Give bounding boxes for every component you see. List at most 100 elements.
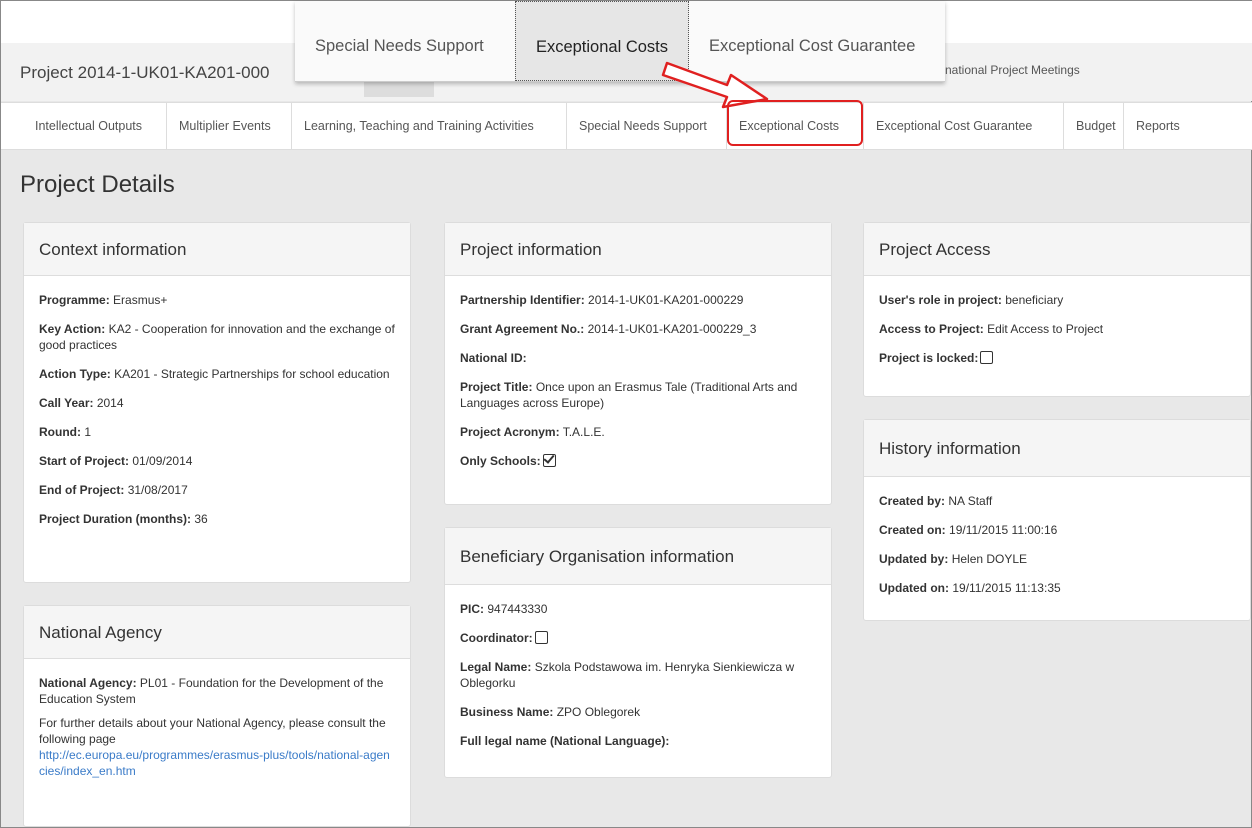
locked-row: Project is locked:: [879, 350, 1235, 366]
field-value: ZPO Oblegorek: [556, 705, 641, 719]
field-label: Project Acronym:: [460, 425, 560, 439]
tab-multiplier-events[interactable]: Multiplier Events: [167, 103, 292, 149]
field-label: PIC:: [460, 602, 484, 616]
field-label: Created on:: [879, 523, 946, 537]
panel-heading: Context information: [24, 223, 410, 276]
field-label: Business Name:: [460, 705, 554, 719]
panel-heading: History information: [864, 420, 1250, 477]
project-info-row: Grant Agreement No.: 2014-1-UK01-KA201-0…: [460, 321, 816, 337]
only-schools-checkbox[interactable]: [542, 454, 556, 467]
field-label: Grant Agreement No.:: [460, 322, 585, 336]
field-label: Action Type:: [39, 367, 111, 381]
callout-tab-special-needs-support[interactable]: Special Needs Support: [315, 1, 484, 79]
field-label: Key Action:: [39, 322, 106, 336]
field-label: Project Duration (months):: [39, 512, 191, 526]
field-value: 01/09/2014: [132, 454, 193, 468]
context-row: Action Type: KA201 - Strategic Partnersh…: [39, 366, 395, 382]
zoomed-tab-callout: Special Needs Support Exceptional Costs …: [295, 1, 945, 82]
page-title: Project Details: [20, 171, 175, 198]
field-label: End of Project:: [39, 483, 125, 497]
field-value: 2014: [96, 396, 124, 410]
project-access-panel: Project Access User's role in project: b…: [863, 222, 1251, 397]
context-row: Programme: Erasmus+: [39, 292, 395, 308]
field-value: 31/08/2017: [127, 483, 188, 497]
panel-heading: National Agency: [24, 606, 410, 659]
national-agency-link[interactable]: http://ec.europa.eu/programmes/erasmus-p…: [39, 747, 395, 779]
tab-budget[interactable]: Budget: [1064, 103, 1124, 149]
full-legal-name-row: Full legal name (National Language):: [460, 733, 816, 749]
field-label: Round:: [39, 425, 81, 439]
field-value: NA Staff: [948, 494, 993, 508]
panel-heading: Project Access: [864, 223, 1250, 276]
context-row: Round: 1: [39, 424, 395, 440]
context-information-panel: Context information Programme: Erasmus+ …: [23, 222, 411, 583]
project-nav-tabs: Intellectual Outputs Multiplier Events L…: [1, 102, 1252, 150]
field-label: Access to Project:: [879, 322, 984, 336]
header-tab-partial: national Project Meetings: [945, 63, 1080, 77]
context-row: Start of Project: 01/09/2014: [39, 453, 395, 469]
field-label: National Agency:: [39, 676, 137, 690]
project-locked-checkbox[interactable]: [980, 351, 994, 364]
national-agency-body: National Agency: PL01 - Foundation for t…: [24, 659, 410, 789]
field-value: Helen DOYLE: [951, 552, 1028, 566]
context-row: Key Action: KA2 - Cooperation for innova…: [39, 321, 395, 353]
field-value: 36: [194, 512, 208, 526]
history-body: Created by: NA Staff Created on: 19/11/2…: [864, 477, 1250, 619]
field-label: Full legal name (National Language):: [460, 734, 670, 748]
history-information-panel: History information Created by: NA Staff…: [863, 419, 1251, 621]
field-label: Coordinator:: [460, 631, 533, 645]
field-value: 19/11/2015 11:00:16: [949, 523, 1058, 537]
field-value: KA201 - Strategic Partnerships for schoo…: [114, 367, 390, 381]
field-label: National ID:: [460, 351, 527, 365]
history-row: Updated by: Helen DOYLE: [879, 551, 1235, 567]
field-value: 19/11/2015 11:13:35: [952, 581, 1061, 595]
context-body: Programme: Erasmus+ Key Action: KA2 - Co…: [24, 276, 410, 550]
coordinator-checkbox[interactable]: [534, 631, 548, 644]
field-value: Edit Access to Project: [987, 322, 1104, 336]
context-row: End of Project: 31/08/2017: [39, 482, 395, 498]
field-label: Call Year:: [39, 396, 94, 410]
pic-row: PIC: 947443330: [460, 601, 816, 617]
project-info-row: Project Title: Once upon an Erasmus Tale…: [460, 379, 816, 411]
field-value: 2014-1-UK01-KA201-000229: [588, 293, 744, 307]
field-label: Project is locked:: [879, 351, 979, 365]
only-schools-row: Only Schools:: [460, 453, 816, 469]
access-row: Access to Project: Edit Access to Projec…: [879, 321, 1235, 337]
field-label: Legal Name:: [460, 660, 532, 674]
project-information-panel: Project information Partnership Identifi…: [444, 222, 832, 505]
field-label: Start of Project:: [39, 454, 130, 468]
beneficiary-organisation-panel: Beneficiary Organisation information PIC…: [444, 527, 832, 778]
field-label: Updated on:: [879, 581, 949, 595]
national-agency-row: National Agency: PL01 - Foundation for t…: [39, 675, 395, 707]
field-value: beneficiary: [1005, 293, 1064, 307]
context-row: Call Year: 2014: [39, 395, 395, 411]
field-value: T.A.L.E.: [562, 425, 605, 439]
history-row: Updated on: 19/11/2015 11:13:35: [879, 580, 1235, 596]
project-info-body: Partnership Identifier: 2014-1-UK01-KA20…: [445, 276, 831, 492]
panel-heading: Project information: [445, 223, 831, 276]
field-value: 2014-1-UK01-KA201-000229_3: [587, 322, 757, 336]
national-agency-panel: National Agency National Agency: PL01 - …: [23, 605, 411, 827]
field-label: Created by:: [879, 494, 946, 508]
field-label: Project Title:: [460, 380, 533, 394]
project-info-row: Partnership Identifier: 2014-1-UK01-KA20…: [460, 292, 816, 308]
coordinator-row: Coordinator:: [460, 630, 816, 646]
tab-intellectual-outputs[interactable]: Intellectual Outputs: [23, 103, 167, 149]
history-row: Created on: 19/11/2015 11:00:16: [879, 522, 1235, 538]
beneficiary-body: PIC: 947443330 Coordinator: Legal Name: …: [445, 585, 831, 772]
business-name-row: Business Name: ZPO Oblegorek: [460, 704, 816, 720]
project-info-row: National ID:: [460, 350, 816, 366]
project-title: Project 2014-1-UK01-KA201-000: [20, 63, 270, 82]
history-row: Created by: NA Staff: [879, 493, 1235, 509]
project-access-body: User's role in project: beneficiary Acce…: [864, 276, 1250, 389]
header-tab-fragment: [364, 81, 434, 97]
field-label: Programme:: [39, 293, 110, 307]
panel-heading: Beneficiary Organisation information: [445, 528, 831, 585]
tab-learning-teaching-training[interactable]: Learning, Teaching and Training Activiti…: [292, 103, 567, 149]
field-value: 1: [84, 425, 92, 439]
national-agency-text: For further details about your National …: [39, 716, 386, 746]
field-label: Partnership Identifier:: [460, 293, 585, 307]
project-info-row: Project Acronym: T.A.L.E.: [460, 424, 816, 440]
tab-exceptional-cost-guarantee[interactable]: Exceptional Cost Guarantee: [864, 103, 1064, 149]
tab-reports[interactable]: Reports: [1124, 103, 1204, 149]
